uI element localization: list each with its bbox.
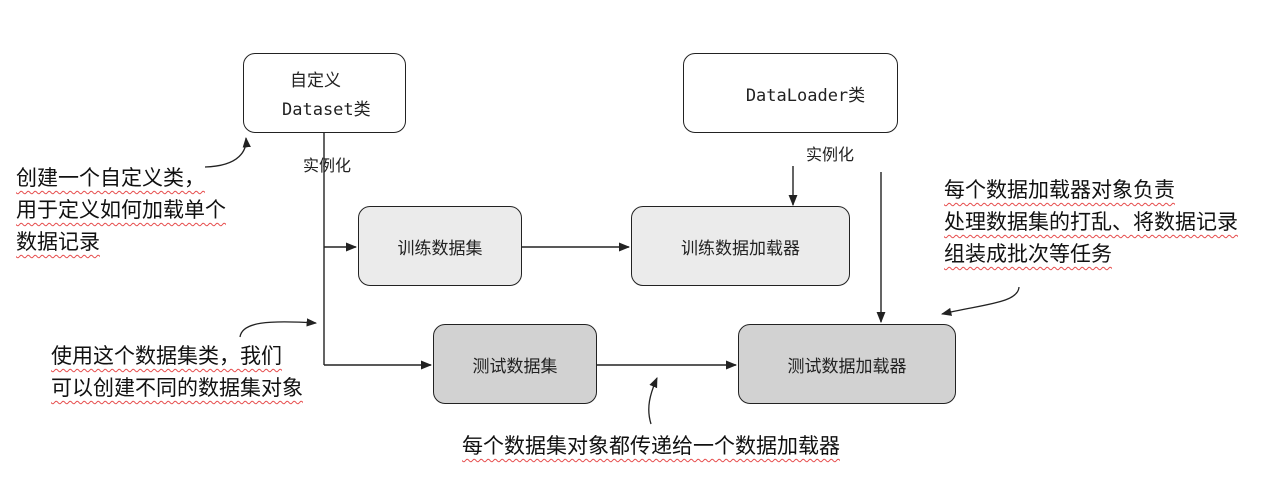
note-loader-role: 每个数据加载器对象负责 处理数据集的打乱、将数据记录 组装成批次等任务: [944, 174, 1238, 270]
note-loader-role-line1: 每个数据加载器对象负责: [944, 178, 1175, 202]
note-pass-to-loader-line1: 每个数据集对象都传递给一个数据加载器: [462, 434, 840, 458]
diagram-canvas: 自定义 Dataset类 DataLoader类 训练数据集 训练数据加载器 测…: [0, 0, 1281, 489]
dataloader-label: DataLoader类: [745, 85, 866, 106]
custom-dataset-line2: Dataset类: [282, 100, 371, 120]
pointer-dataset-objects: [239, 318, 318, 338]
test-loader-box: 测试数据加载器: [738, 324, 956, 404]
note-dataset-objects-line1: 使用这个数据集类，我们: [51, 344, 282, 368]
note-custom-class-line1: 创建一个自定义类，: [16, 166, 205, 190]
custom-dataset-class-box: 自定义 Dataset类: [243, 53, 406, 133]
test-dataset-box: 测试数据集: [433, 324, 597, 404]
note-loader-role-line3: 组装成批次等任务: [944, 242, 1112, 266]
note-loader-role-line2: 处理数据集的打乱、将数据记录: [944, 210, 1238, 234]
note-dataset-objects-line2: 可以创建不同的数据集对象: [51, 376, 303, 400]
pointer-pass-to-loader: [648, 377, 658, 425]
train-dataset-box: 训练数据集: [358, 206, 522, 286]
instantiate-label-right: 实例化: [806, 145, 855, 164]
instantiate-label-left: 实例化: [303, 156, 352, 175]
note-pass-to-loader: 每个数据集对象都传递给一个数据加载器: [462, 430, 840, 462]
custom-dataset-line1: 自定义: [290, 71, 341, 91]
train-dataset-label: 训练数据集: [397, 238, 483, 259]
train-loader-box: 训练数据加载器: [631, 206, 850, 286]
test-dataset-label: 测试数据集: [472, 356, 558, 377]
train-loader-label: 训练数据加载器: [681, 238, 800, 259]
note-custom-class-line2: 用于定义如何加载单个: [16, 198, 226, 222]
note-dataset-objects: 使用这个数据集类，我们 可以创建不同的数据集对象: [51, 340, 303, 404]
test-loader-label: 测试数据加载器: [787, 356, 907, 377]
note-custom-class-line3: 数据记录: [16, 230, 100, 254]
note-custom-class: 创建一个自定义类， 用于定义如何加载单个 数据记录: [16, 162, 226, 258]
pointer-loader-role: [940, 286, 1020, 316]
dataloader-class-box: DataLoader类: [683, 53, 898, 133]
